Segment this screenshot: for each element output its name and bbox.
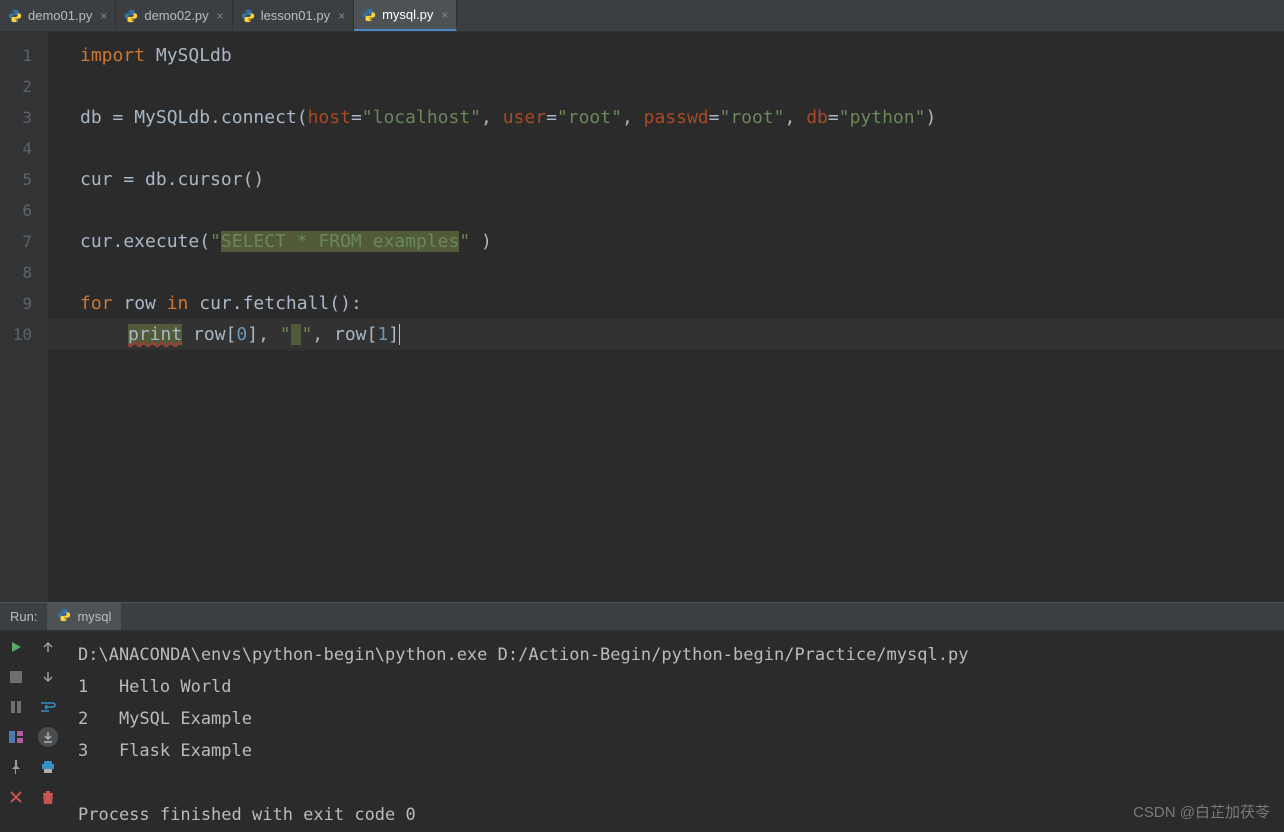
code-line-6[interactable] [48, 195, 1284, 226]
identifier: MySQLdb [145, 45, 232, 66]
code-line-2[interactable] [48, 71, 1284, 102]
console-output[interactable]: D:\ANACONDA\envs\python-begin\python.exe… [64, 631, 1284, 832]
code-line-1[interactable]: import MySQLdb [48, 40, 1284, 71]
code-area[interactable]: import MySQLdb db = MySQLdb.connect(host… [48, 32, 1284, 602]
console-line: D:\ANACONDA\envs\python-begin\python.exe… [78, 645, 968, 665]
editor-tab-bar: demo01.py × demo02.py × lesson01.py × my… [0, 0, 1284, 32]
line-number: 7 [0, 226, 48, 257]
python-icon [362, 8, 376, 22]
tab-label: demo01.py [28, 8, 92, 23]
watermark: CSDN @白芷加茯苓 [1133, 801, 1270, 822]
pause-button[interactable] [6, 697, 26, 717]
tab-demo01[interactable]: demo01.py × [0, 0, 116, 31]
tab-lesson01[interactable]: lesson01.py × [233, 0, 354, 31]
code-line-9[interactable]: for row in cur.fetchall(): [48, 288, 1284, 319]
tab-label: demo02.py [144, 8, 208, 23]
run-tab[interactable]: mysql [47, 603, 121, 630]
line-number: 3 [0, 102, 48, 133]
rerun-button[interactable] [6, 637, 26, 657]
up-arrow-icon[interactable] [38, 637, 58, 657]
run-tab-label: mysql [77, 609, 111, 624]
console-line: Process finished with exit code 0 [78, 805, 416, 825]
scroll-to-end-icon[interactable] [38, 727, 58, 747]
down-arrow-icon[interactable] [38, 667, 58, 687]
code-line-3[interactable]: db = MySQLdb.connect(host="localhost", u… [48, 102, 1284, 133]
close-icon[interactable]: × [100, 9, 107, 23]
layout-button[interactable] [6, 727, 26, 747]
line-number: 10 [0, 319, 48, 350]
close-icon[interactable]: × [217, 9, 224, 23]
print-keyword: print [128, 324, 182, 345]
editor[interactable]: 1 2 3 4 5 6 7 8 9 10 import MySQLdb db =… [0, 32, 1284, 602]
close-icon[interactable]: × [441, 8, 448, 22]
python-icon [124, 9, 138, 23]
tab-mysql[interactable]: mysql.py × [354, 0, 457, 31]
code-line-10[interactable]: print row[0], " ", row[1] [48, 319, 1284, 350]
close-icon[interactable]: × [338, 9, 345, 23]
python-icon [241, 9, 255, 23]
pin-button[interactable] [6, 757, 26, 777]
delete-icon[interactable] [38, 787, 58, 807]
python-icon [8, 9, 22, 23]
console-line: 2 MySQL Example [78, 709, 252, 729]
code-line-5[interactable]: cur = db.cursor() [48, 164, 1284, 195]
gutter: 1 2 3 4 5 6 7 8 9 10 [0, 32, 48, 602]
console-line: 1 Hello World [78, 677, 232, 697]
soft-wrap-icon[interactable] [38, 697, 58, 717]
close-button[interactable] [6, 787, 26, 807]
print-icon[interactable] [38, 757, 58, 777]
keyword: import [80, 45, 145, 66]
console-line: 3 Flask Example [78, 741, 252, 761]
line-number: 5 [0, 164, 48, 195]
line-number: 8 [0, 257, 48, 288]
line-number: 6 [0, 195, 48, 226]
code-line-8[interactable] [48, 257, 1284, 288]
line-number: 1 [0, 40, 48, 71]
stop-button[interactable] [6, 667, 26, 687]
tab-label: lesson01.py [261, 8, 330, 23]
line-number: 4 [0, 133, 48, 164]
python-icon [57, 608, 71, 625]
highlighted-text: SELECT * FROM examples [221, 231, 459, 252]
code-line-4[interactable] [48, 133, 1284, 164]
code-line-7[interactable]: cur.execute("SELECT * FROM examples" ) [48, 226, 1284, 257]
run-header: Run: mysql [0, 603, 1284, 631]
line-number: 9 [0, 288, 48, 319]
run-panel: Run: mysql D:\ANACOND [0, 602, 1284, 832]
run-toolbar [0, 631, 64, 832]
tab-demo02[interactable]: demo02.py × [116, 0, 232, 31]
run-label: Run: [0, 609, 47, 624]
tab-label: mysql.py [382, 7, 433, 22]
line-number: 2 [0, 71, 48, 102]
